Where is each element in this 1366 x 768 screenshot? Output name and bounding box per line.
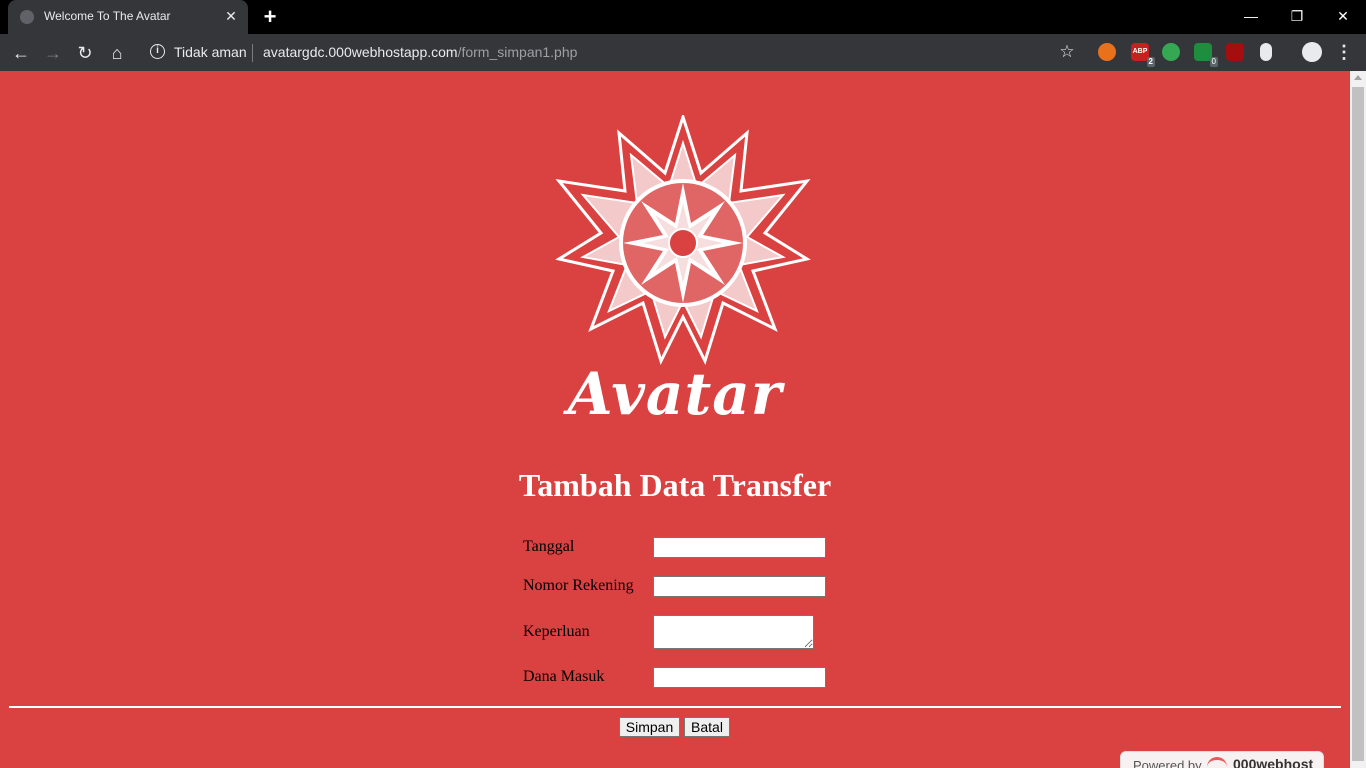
logo-text: Avatar <box>567 360 783 428</box>
security-label[interactable]: Tidak aman <box>174 44 247 60</box>
url-path: /form_simpan1.php <box>457 44 578 60</box>
ext-4-badge: 0 <box>1209 57 1218 67</box>
powered-by-text: Powered by <box>1133 758 1202 768</box>
forward-button[interactable]: → <box>40 40 66 66</box>
address-bar[interactable]: avatargdc.000webhostapp.com/form_simpan1… <box>263 44 577 60</box>
keperluan-textarea[interactable] <box>653 615 814 649</box>
dana-masuk-input[interactable] <box>653 667 826 688</box>
window-close-button[interactable]: ✕ <box>1320 0 1366 34</box>
ext-3-icon[interactable] <box>1162 43 1180 61</box>
tanggal-input[interactable] <box>653 537 826 558</box>
back-button[interactable]: ← <box>8 40 34 66</box>
adblock-icon[interactable]: ABP 2 <box>1131 43 1155 67</box>
simpan-button[interactable]: Simpan <box>619 717 680 737</box>
keperluan-label: Keperluan <box>523 623 590 640</box>
horizontal-divider <box>9 706 1341 708</box>
vertical-scrollbar[interactable] <box>1350 71 1366 768</box>
reload-button[interactable]: ↻ <box>72 40 98 66</box>
new-tab-button[interactable]: + <box>258 5 282 29</box>
adblock-badge: 2 <box>1146 57 1155 67</box>
tab-title: Welcome To The Avatar <box>44 9 171 23</box>
browser-toolbar: ← → ↻ ⌂ i Tidak aman avatargdc.000webhos… <box>0 34 1366 71</box>
maximize-button[interactable]: ❐ <box>1274 0 1320 34</box>
scroll-up-arrow-icon[interactable] <box>1354 75 1362 80</box>
ext-4-icon[interactable]: 0 <box>1194 43 1218 67</box>
ext-1-icon[interactable] <box>1098 43 1116 61</box>
powered-by-brand: 000webhost <box>1233 756 1314 768</box>
tab-strip: Welcome To The Avatar ✕ + — ❐ ✕ <box>0 0 1366 34</box>
nomor-rekening-label: Nomor Rekening <box>523 577 634 594</box>
nomor-rekening-input[interactable] <box>653 576 826 597</box>
ext-6-icon[interactable] <box>1260 43 1272 61</box>
scrollbar-thumb[interactable] <box>1352 87 1364 761</box>
ext-5-icon[interactable] <box>1226 43 1244 61</box>
batal-button[interactable]: Batal <box>684 717 730 737</box>
bookmark-star-icon[interactable]: ☆ <box>1056 41 1078 63</box>
info-icon[interactable]: i <box>150 44 165 59</box>
url-host: avatargdc.000webhostapp.com <box>263 44 458 60</box>
star-mandala-icon <box>555 112 811 366</box>
adblock-label: ABP <box>1132 48 1148 55</box>
page-title: Tambah Data Transfer <box>518 467 832 503</box>
url-separator <box>252 44 253 62</box>
avatar-logo: Avatar <box>524 112 826 423</box>
home-button[interactable]: ⌂ <box>104 40 130 66</box>
browser-menu-icon[interactable]: ⋮ <box>1334 40 1354 64</box>
page-body: Avatar Tambah Data Transfer Tanggal Nomo… <box>0 71 1350 768</box>
powered-by-badge[interactable]: Powered by 000webhost <box>1120 751 1324 768</box>
webhost-logo-icon <box>1207 757 1227 768</box>
tanggal-label: Tanggal <box>523 538 575 555</box>
tab-close-icon[interactable]: ✕ <box>222 7 240 25</box>
globe-icon <box>20 10 34 24</box>
browser-tab[interactable]: Welcome To The Avatar ✕ <box>8 0 248 34</box>
profile-avatar[interactable] <box>1302 42 1322 62</box>
minimize-button[interactable]: — <box>1228 0 1274 34</box>
dana-masuk-label: Dana Masuk <box>523 668 605 685</box>
